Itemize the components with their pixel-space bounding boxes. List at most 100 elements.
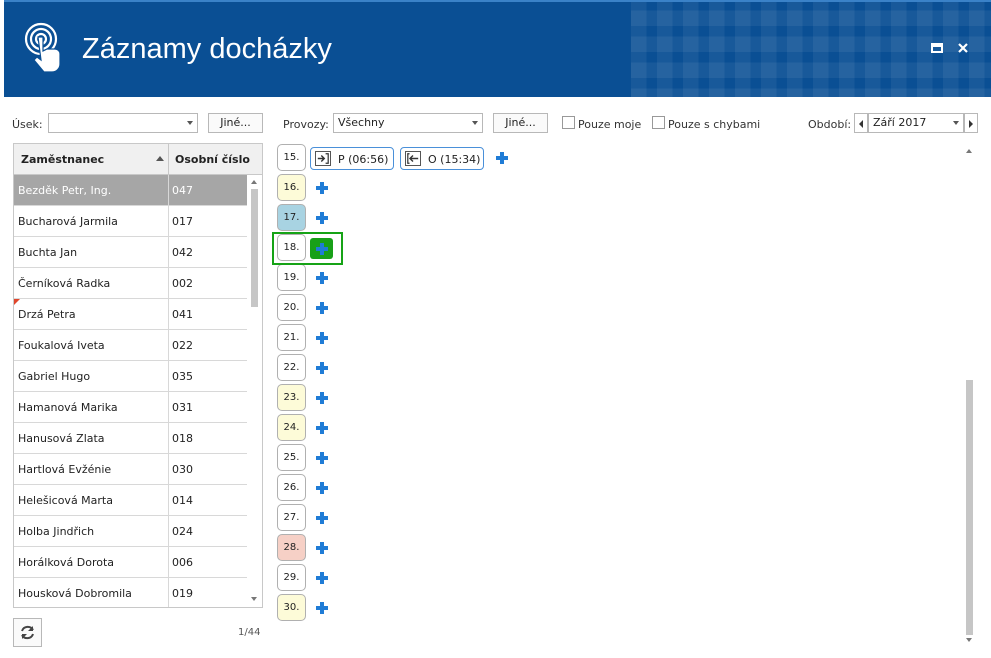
title-bar: Záznamy docházky [4,0,991,97]
table-row[interactable]: Drzá Petra 041 [14,299,247,330]
prev-period-button[interactable] [854,113,868,133]
touch-app-icon [24,22,61,73]
employee-number-cell: 031 [172,401,193,414]
plus-icon [316,243,328,255]
usek-other-button[interactable]: Jiné... [208,113,263,133]
table-row[interactable]: Gabriel Hugo 035 [14,361,247,392]
provozy-combo[interactable]: Všechny [333,113,483,133]
employee-name-cell: Hanusová Zlata [18,432,105,445]
usek-label: Úsek: [12,118,43,131]
scroll-up-icon[interactable] [251,180,257,184]
employee-name-cell: Foukalová Iveta [18,339,105,352]
add-entry-icon[interactable] [316,302,328,314]
day-cell[interactable]: 24. [277,414,306,441]
cell-divider [168,516,169,547]
employee-number-cell: 035 [172,370,193,383]
add-entry-icon[interactable] [316,182,328,194]
employee-name-cell: Drzá Petra [18,308,76,321]
close-icon[interactable] [955,40,971,56]
day-cell[interactable]: 22. [277,354,306,381]
cell-divider [168,423,169,454]
table-row[interactable]: Helešicová Marta 014 [14,485,247,516]
table-row[interactable]: Buchta Jan 042 [14,237,247,268]
table-row[interactable]: Hartlová Evžénie 030 [14,454,247,485]
add-entry-icon[interactable] [316,482,328,494]
employee-grid: Zaměstnanec Osobní číslo Bezděk Petr, In… [13,143,263,608]
employee-name-cell: Buchta Jan [18,246,78,259]
usek-combo[interactable] [48,113,198,133]
table-row[interactable]: Černíková Radka 002 [14,268,247,299]
column-header-number[interactable]: Osobní číslo [175,153,250,166]
add-entry-icon[interactable] [316,542,328,554]
add-entry-icon[interactable] [316,212,328,224]
chevron-down-icon [953,121,959,125]
scroll-thumb[interactable] [966,380,973,635]
add-entry-icon[interactable] [316,422,328,434]
maximize-icon[interactable] [929,40,945,56]
add-entry-icon[interactable] [316,512,328,524]
add-entry-icon[interactable] [316,452,328,464]
refresh-button[interactable] [13,618,42,647]
day-cell[interactable]: 26. [277,474,306,501]
scroll-thumb[interactable] [251,189,258,307]
chevron-left-icon [859,120,863,128]
employee-name-cell: Housková Dobromila [18,587,132,600]
day-cell[interactable]: 16. [277,174,306,201]
day-cell[interactable]: 21. [277,324,306,351]
add-entry-icon[interactable] [316,332,328,344]
employee-number-cell: 018 [172,432,193,445]
employee-name-cell: Hamanová Marika [18,401,118,414]
employee-name-cell: Helešicová Marta [18,494,113,507]
add-entry-icon[interactable] [316,602,328,614]
obdobi-combo[interactable]: Září 2017 [868,113,964,133]
table-row[interactable]: Bucharová Jarmila 017 [14,206,247,237]
employee-name-cell: Gabriel Hugo [18,370,91,383]
entry-label: P (06:56) [338,153,389,166]
arrive-icon [315,151,331,166]
table-row[interactable]: Holba Jindřich 024 [14,516,247,547]
table-row[interactable]: Foukalová Iveta 022 [14,330,247,361]
only-errors-checkbox[interactable] [652,116,665,129]
chevron-down-icon [187,121,193,125]
table-row[interactable]: Housková Dobromila 019 [14,578,247,607]
day-cell[interactable]: 25. [277,444,306,471]
grid-scrollbar[interactable] [247,175,262,607]
add-entry-button-active[interactable] [310,238,333,259]
table-row[interactable]: Hanusová Zlata 018 [14,423,247,454]
add-entry-icon[interactable] [316,392,328,404]
employee-name-cell: Horálková Dorota [18,556,115,569]
day-cell[interactable]: 30. [277,594,306,621]
days-scrollbar[interactable] [962,143,977,648]
day-cell[interactable]: 17. [277,204,306,231]
add-entry-icon[interactable] [316,572,328,584]
scroll-down-icon[interactable] [251,597,257,601]
scroll-up-icon[interactable] [966,149,972,153]
header-accent-line [4,0,991,2]
employee-number-cell: 017 [172,215,193,228]
column-header-employee[interactable]: Zaměstnanec [21,153,104,166]
add-entry-icon[interactable] [316,362,328,374]
window-title: Záznamy docházky [82,33,332,65]
add-entry-icon[interactable] [496,152,508,164]
chevron-down-icon [472,121,478,125]
only-mine-checkbox[interactable] [562,116,575,129]
scroll-down-icon[interactable] [966,638,972,642]
only-mine-label[interactable]: Pouze moje [578,118,641,131]
day-cell[interactable]: 27. [277,504,306,531]
day-cell[interactable]: 15. [277,144,306,171]
provozy-other-button[interactable]: Jiné... [493,113,548,133]
employee-number-cell: 042 [172,246,193,259]
table-row[interactable]: Horálková Dorota 006 [14,547,247,578]
next-period-button[interactable] [964,113,978,133]
add-entry-icon[interactable] [316,272,328,284]
day-cell[interactable]: 19. [277,264,306,291]
table-row[interactable]: Hamanová Marika 031 [14,392,247,423]
day-cell[interactable]: 29. [277,564,306,591]
day-cell[interactable]: 28. [277,534,306,561]
day-cell[interactable]: 23. [277,384,306,411]
attendance-entry-departure[interactable]: O (15:34) [400,147,484,170]
only-errors-label[interactable]: Pouze s chybami [668,118,760,131]
table-row[interactable]: Bezděk Petr, Ing. 047 [14,175,247,206]
day-cell[interactable]: 20. [277,294,306,321]
attendance-entry-arrival[interactable]: P (06:56) [310,147,394,170]
